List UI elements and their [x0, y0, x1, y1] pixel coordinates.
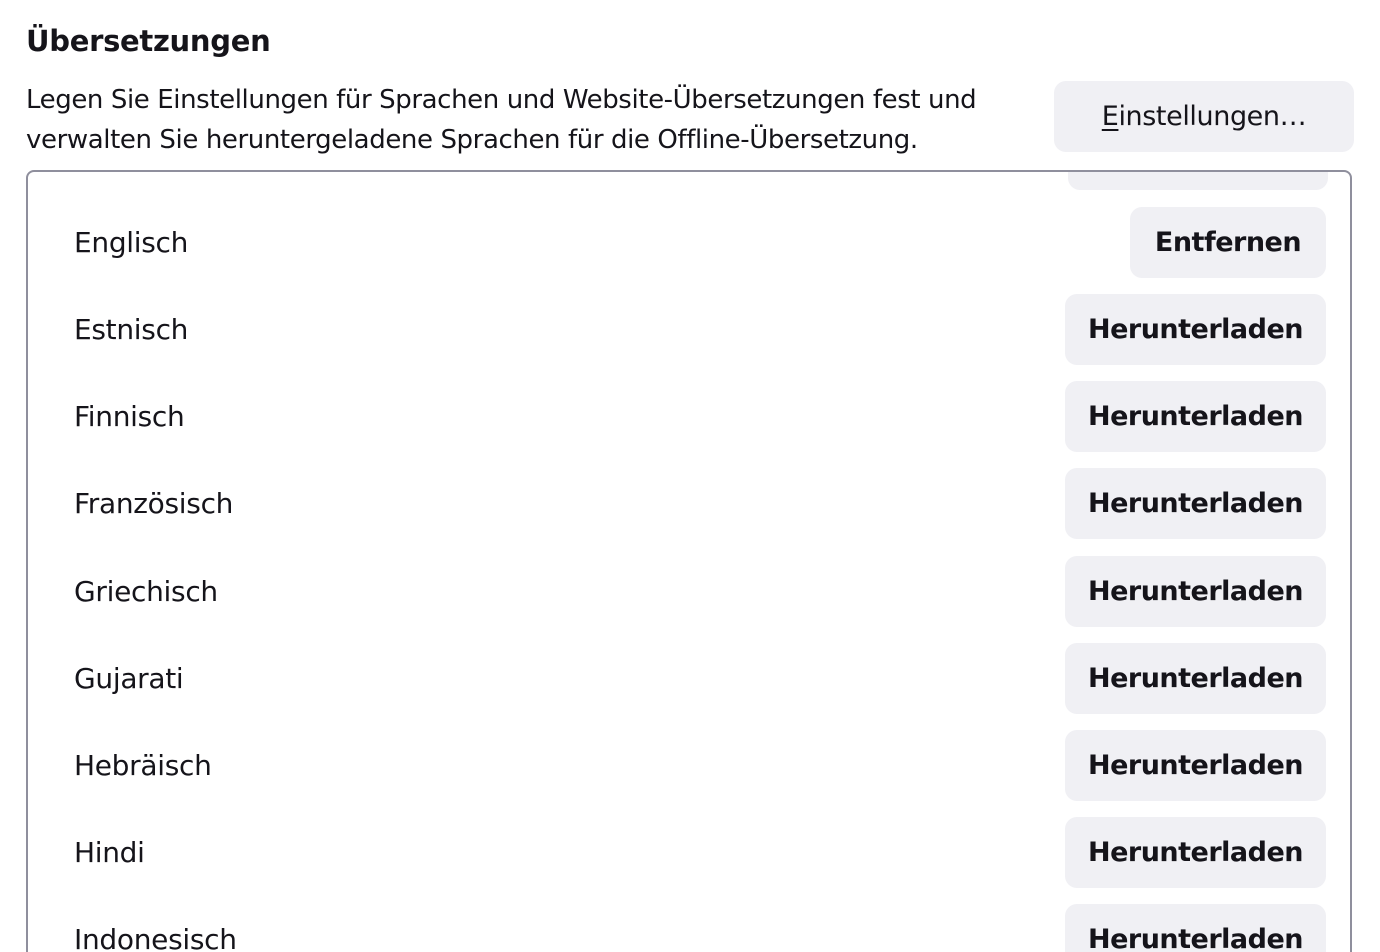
settings-button-label: instellungen… [1118, 101, 1307, 132]
partially-visible-button[interactable] [1068, 172, 1328, 190]
language-download-list[interactable]: Englisch Entfernen Estnisch Herunterlade… [26, 170, 1352, 952]
translation-settings-button[interactable]: Einstellungen… [1054, 81, 1354, 152]
download-language-button[interactable]: Herunterladen [1065, 468, 1326, 539]
language-name: Französisch [74, 487, 234, 520]
download-language-button[interactable]: Herunterladen [1065, 904, 1326, 952]
language-row-indonesisch: Indonesisch Herunterladen [28, 904, 1350, 952]
section-title: Übersetzungen [26, 24, 271, 58]
download-language-button[interactable]: Herunterladen [1065, 294, 1326, 365]
download-language-button[interactable]: Herunterladen [1065, 817, 1326, 888]
download-language-button[interactable]: Herunterladen [1065, 643, 1326, 714]
translations-settings-section: Übersetzungen Legen Sie Einstellungen fü… [0, 0, 1380, 952]
language-row-hebraeisch: Hebräisch Herunterladen [28, 730, 1350, 801]
language-row-estnisch: Estnisch Herunterladen [28, 294, 1350, 365]
language-name: Indonesisch [74, 923, 237, 952]
language-name: Hindi [74, 836, 145, 869]
language-name: Hebräisch [74, 749, 212, 782]
language-row-hindi: Hindi Herunterladen [28, 817, 1350, 888]
download-language-button[interactable]: Herunterladen [1065, 381, 1326, 452]
language-row-griechisch: Griechisch Herunterladen [28, 556, 1350, 627]
language-name: Finnisch [74, 400, 185, 433]
download-language-button[interactable]: Herunterladen [1065, 730, 1326, 801]
remove-language-button[interactable]: Entfernen [1130, 207, 1326, 278]
language-row-gujarati: Gujarati Herunterladen [28, 643, 1350, 714]
section-description: Legen Sie Einstellungen für Sprachen und… [26, 80, 1036, 160]
language-name: Gujarati [74, 662, 184, 695]
description-line-1: Legen Sie Einstellungen für Sprachen und… [26, 85, 977, 115]
language-row-finnisch: Finnisch Herunterladen [28, 381, 1350, 452]
language-name: Estnisch [74, 313, 189, 346]
description-line-2: verwalten Sie heruntergeladene Sprachen … [26, 125, 918, 155]
settings-button-accesskey: E [1101, 101, 1119, 132]
language-row-franzoesisch: Französisch Herunterladen [28, 468, 1350, 539]
language-row-englisch: Englisch Entfernen [28, 207, 1350, 278]
language-name: Griechisch [74, 575, 218, 608]
download-language-button[interactable]: Herunterladen [1065, 556, 1326, 627]
language-name: Englisch [74, 226, 189, 259]
